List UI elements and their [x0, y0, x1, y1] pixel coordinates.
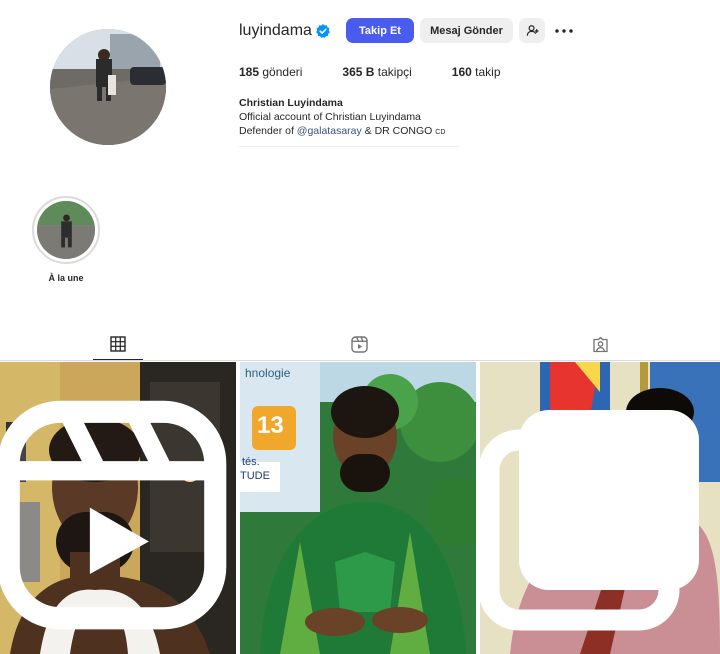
bio-line-2-suffix: & DR CONGO — [361, 125, 436, 137]
sign-text-2: 13 — [257, 412, 284, 439]
more-options-icon — [555, 28, 573, 33]
posts-label: gönderi — [262, 65, 303, 79]
verified-badge-icon — [316, 24, 330, 38]
bio-line-1: Official account of Christian Luyindama — [239, 111, 421, 123]
profile-full-name: Christian Luyindama — [239, 97, 343, 109]
post-thumbnail-3[interactable] — [480, 362, 720, 654]
more-options-button[interactable] — [551, 18, 577, 43]
profile-avatar[interactable] — [50, 29, 166, 145]
sign-text-3: tés. — [242, 456, 260, 468]
bio-line-2-prefix: Defender of — [239, 125, 297, 137]
sign-text-4: TUDE — [240, 470, 270, 482]
post-thumbnail-1[interactable] — [0, 362, 236, 654]
message-button[interactable]: Mesaj Gönder — [420, 18, 513, 43]
grid-icon — [110, 336, 126, 352]
add-user-button[interactable] — [519, 18, 545, 43]
bio-divider — [239, 146, 459, 147]
post-thumbnail-2[interactable]: hnologie 13 tés. TUDE — [240, 362, 476, 654]
tabs-divider — [0, 360, 720, 361]
followers-label: takipçi — [377, 65, 412, 79]
profile-username: luyindama — [239, 22, 312, 39]
following-label: takip — [475, 65, 501, 79]
posts-stat: 185 gönderi — [239, 65, 302, 79]
add-user-icon — [526, 25, 539, 36]
highlight-label: À la une — [48, 273, 84, 283]
flag-cd-text: CD — [435, 129, 446, 136]
followers-stat[interactable]: 365 B takipçi — [342, 65, 411, 79]
highlight-thumbnail — [37, 201, 95, 259]
tab-reels[interactable] — [348, 333, 370, 355]
posts-grid: hnologie 13 tés. TUDE — [0, 362, 720, 654]
reel-badge-icon — [0, 400, 227, 630]
following-count: 160 — [451, 65, 472, 79]
profile-bio: Christian Luyindama Official account of … — [239, 96, 445, 140]
followers-count: 365 B — [342, 65, 375, 79]
following-stat[interactable]: 160 takip — [452, 65, 501, 79]
profile-stats: 185 gönderi 365 B takipçi 160 takip — [239, 65, 541, 79]
tagged-icon — [592, 336, 608, 352]
galatasaray-mention-link[interactable]: @galatasaray — [297, 125, 362, 137]
tab-tagged[interactable] — [589, 333, 611, 355]
story-highlight[interactable] — [32, 196, 100, 264]
posts-count: 185 — [239, 65, 260, 79]
reels-icon — [350, 335, 368, 353]
reel-badge-icon — [480, 410, 699, 631]
bio-line-2: Defender of @galatasaray & DR CONGO CD — [239, 124, 445, 140]
tab-posts[interactable] — [107, 333, 129, 355]
follow-button[interactable]: Takip Et — [346, 18, 414, 43]
sign-text-1: hnologie — [245, 366, 291, 380]
